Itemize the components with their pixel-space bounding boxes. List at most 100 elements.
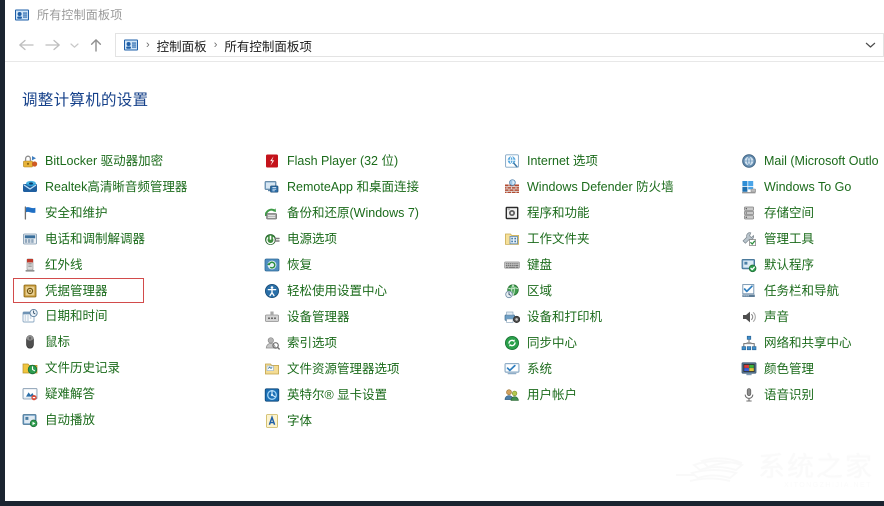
cp-item-windows-to-go[interactable]: Windows To Go (741, 174, 884, 200)
cp-item-label: 设备管理器 (287, 310, 350, 324)
storage-spaces-icon (741, 205, 757, 221)
forward-button[interactable] (39, 32, 65, 58)
cp-item-bitlocker[interactable]: BitLocker 驱动器加密 (22, 148, 250, 174)
cp-item-mouse[interactable]: 鼠标 (22, 329, 250, 355)
cp-item-recovery[interactable]: 恢复 (264, 252, 495, 278)
cp-item-taskbar-navigation[interactable]: 任务栏和导航 (741, 278, 884, 304)
address-dropdown-button[interactable] (858, 33, 884, 57)
intel-graphics-icon (264, 387, 280, 403)
file-history-icon (22, 360, 38, 376)
cp-item-infrared[interactable]: 红外线 (22, 252, 250, 278)
cp-item-security-maintenance[interactable]: 安全和维护 (22, 200, 250, 226)
column-2: Flash Player (32 位) RemoteApp 和桌面连接 备份和还… (250, 148, 495, 434)
chevron-down-icon (865, 36, 876, 54)
cp-item-programs-features[interactable]: 程序和功能 (504, 200, 730, 226)
cp-item-label: 网络和共享中心 (764, 336, 852, 350)
address-bar[interactable]: › 控制面板 › 所有控制面板项 (115, 33, 858, 57)
cp-item-network-sharing[interactable]: 网络和共享中心 (741, 330, 884, 356)
cp-item-mail[interactable]: Mail (Microsoft Outlo (741, 148, 884, 174)
cp-item-label: 管理工具 (764, 232, 815, 246)
breadcrumb-control-panel[interactable]: 控制面板 (157, 36, 207, 55)
cp-item-intel-graphics[interactable]: 英特尔® 显卡设置 (264, 382, 495, 408)
bitlocker-icon (22, 153, 38, 169)
work-folders-icon (504, 231, 520, 247)
content-area: 调整计算机的设置 BitLocker 驱动器加密 Realtek高清晰音频管理器… (5, 62, 884, 501)
cp-item-label: 用户帐户 (527, 388, 578, 402)
cp-item-remoteapp[interactable]: RemoteApp 和桌面连接 (264, 174, 495, 200)
mouse-icon (22, 334, 38, 350)
internet-options-icon (504, 153, 520, 169)
breadcrumb-separator[interactable]: › (146, 39, 150, 51)
security-flag-icon (22, 205, 38, 221)
cp-item-label: Internet 选项 (527, 154, 598, 168)
cp-item-speech-recognition[interactable]: 语音识别 (741, 382, 884, 408)
cp-item-realtek-audio[interactable]: Realtek高清晰音频管理器 (22, 174, 250, 200)
cp-item-work-folders[interactable]: 工作文件夹 (504, 226, 730, 252)
troubleshooting-icon (22, 386, 38, 402)
ease-of-access-icon (264, 283, 280, 299)
cp-item-label: 电源选项 (287, 232, 338, 246)
cp-item-label: 鼠标 (45, 335, 71, 349)
network-sharing-icon (741, 335, 757, 351)
cp-item-devices-printers[interactable]: 设备和打印机 (504, 304, 730, 330)
watermark: 系统之家 XITONGZHIJIA.NET (668, 443, 878, 495)
cp-item-ease-of-access[interactable]: 轻松使用设置中心 (264, 278, 495, 304)
cp-item-sound[interactable]: 声音 (741, 304, 884, 330)
file-explorer-options-icon (264, 361, 280, 377)
cp-item-label: Windows To Go (764, 180, 852, 194)
breadcrumb-separator[interactable]: › (214, 39, 218, 51)
cp-item-phone-modem[interactable]: 电话和调制解调器 (22, 226, 250, 252)
speech-recognition-icon (741, 387, 757, 403)
cp-item-credential-manager[interactable]: 凭据管理器 (13, 278, 144, 303)
watermark-text: 系统之家 (758, 452, 874, 483)
cp-item-device-manager[interactable]: 设备管理器 (264, 304, 495, 330)
cp-item-administrative-tools[interactable]: 管理工具 (741, 226, 884, 252)
cp-item-file-explorer-options[interactable]: 文件资源管理器选项 (264, 356, 495, 382)
cp-item-backup-restore[interactable]: 备份和还原(Windows 7) (264, 200, 495, 226)
cp-item-fonts[interactable]: 字体 (264, 408, 495, 434)
column-3: Internet 选项 Windows Defender 防火墙 程序和功能 工… (495, 148, 730, 434)
cp-item-label: 系统 (527, 362, 553, 376)
cp-item-label: 程序和功能 (527, 206, 590, 220)
cp-item-keyboard[interactable]: 键盘 (504, 252, 730, 278)
cp-item-label: BitLocker 驱动器加密 (45, 154, 164, 168)
cp-item-power-options[interactable]: 电源选项 (264, 226, 495, 252)
cp-item-flash-player[interactable]: Flash Player (32 位) (264, 148, 495, 174)
cp-item-date-time[interactable]: 日期和时间 (22, 303, 250, 329)
cp-item-label: 轻松使用设置中心 (287, 284, 388, 298)
cp-item-storage-spaces[interactable]: 存储空间 (741, 200, 884, 226)
sound-icon (741, 309, 757, 325)
cp-item-default-programs[interactable]: 默认程序 (741, 252, 884, 278)
user-accounts-icon (504, 387, 520, 403)
column-1: BitLocker 驱动器加密 Realtek高清晰音频管理器 安全和维护 电话… (5, 148, 250, 434)
cp-item-region[interactable]: 区域 (504, 278, 730, 304)
cp-item-label: 恢复 (287, 258, 313, 272)
cp-item-troubleshooting[interactable]: 疑难解答 (22, 381, 250, 407)
cp-item-label: 文件资源管理器选项 (287, 362, 400, 376)
page-title: 调整计算机的设置 (22, 92, 149, 109)
address-control-panel-icon (123, 37, 139, 53)
cp-item-label: 自动播放 (45, 413, 96, 427)
cp-item-user-accounts[interactable]: 用户帐户 (504, 382, 730, 408)
cp-item-color-management[interactable]: 颜色管理 (741, 356, 884, 382)
up-button[interactable] (83, 32, 109, 58)
cp-item-sync-center[interactable]: 同步中心 (504, 330, 730, 356)
cp-item-label: 颜色管理 (764, 362, 815, 376)
window-title: 所有控制面板项 (37, 8, 123, 22)
cp-item-autoplay[interactable]: 自动播放 (22, 407, 250, 433)
credential-manager-icon (22, 283, 38, 299)
control-panel-window: 所有控制面板项 › 控制面板 › 所有控制面板项 调整计算机的设置 BitLoc… (0, 0, 884, 506)
cp-item-indexing-options[interactable]: 索引选项 (264, 330, 495, 356)
cp-item-system[interactable]: 系统 (504, 356, 730, 382)
recent-locations-button[interactable] (65, 32, 83, 58)
cp-item-label: RemoteApp 和桌面连接 (287, 180, 419, 194)
cp-item-windows-defender-firewall[interactable]: Windows Defender 防火墙 (504, 174, 730, 200)
navigation-bar: › 控制面板 › 所有控制面板项 (5, 29, 884, 61)
cp-item-internet-options[interactable]: Internet 选项 (504, 148, 730, 174)
cp-item-file-history[interactable]: 文件历史记录 (22, 355, 250, 381)
cp-item-label: 区域 (527, 284, 553, 298)
breadcrumb-all-items[interactable]: 所有控制面板项 (224, 36, 312, 55)
back-button[interactable] (13, 32, 39, 58)
realtek-audio-icon (22, 179, 38, 195)
arrow-left-icon (18, 38, 35, 52)
